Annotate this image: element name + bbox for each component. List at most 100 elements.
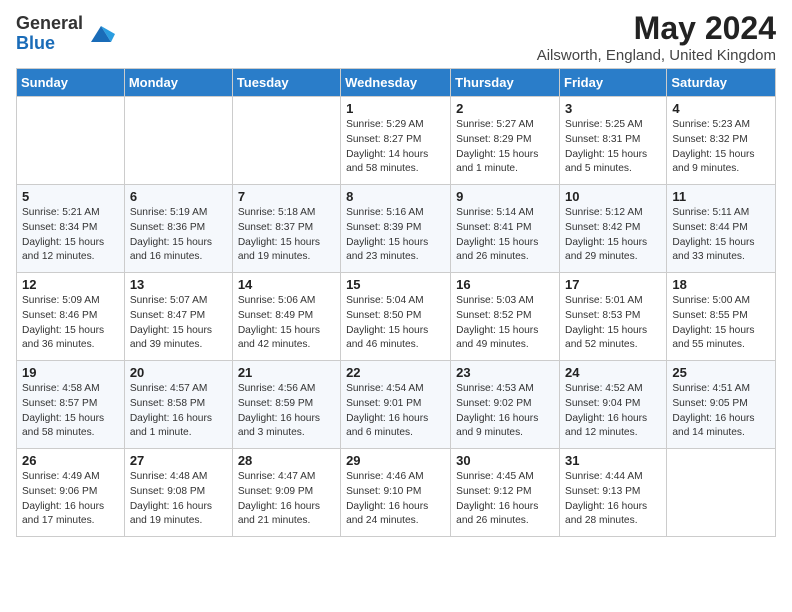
subtitle: Ailsworth, England, United Kingdom [537, 47, 776, 64]
logo-icon [87, 20, 115, 48]
day-info: Sunrise: 5:29 AM Sunset: 8:27 PM Dayligh… [346, 118, 445, 177]
day-info: Sunrise: 5:09 AM Sunset: 8:46 PM Dayligh… [22, 294, 119, 353]
day-number: 26 [22, 453, 119, 468]
col-friday: Friday [560, 69, 667, 97]
calendar-cell: 21 Sunrise: 4:56 AM Sunset: 8:59 PM Dayli… [232, 361, 340, 449]
day-info: Sunrise: 4:53 AM Sunset: 9:02 PM Dayligh… [456, 382, 554, 441]
day-info: Sunrise: 4:47 AM Sunset: 9:09 PM Dayligh… [238, 470, 335, 529]
day-number: 31 [565, 453, 661, 468]
page: General Blue May 2024 Ailsworth, England… [0, 0, 792, 547]
calendar-cell: 14 Sunrise: 5:06 AM Sunset: 8:49 PM Dayli… [232, 273, 340, 361]
calendar-cell: 12 Sunrise: 5:09 AM Sunset: 8:46 PM Dayli… [17, 273, 125, 361]
calendar-cell: 28 Sunrise: 4:47 AM Sunset: 9:09 PM Dayli… [232, 449, 340, 537]
logo-general: General [16, 14, 83, 34]
calendar-cell: 30Sunrise: 4:45 AM Sunset: 9:12 PM Dayli… [451, 449, 560, 537]
day-number: 30 [456, 453, 554, 468]
day-info: Sunrise: 4:54 AM Sunset: 9:01 PM Dayligh… [346, 382, 445, 441]
day-number: 28 [238, 453, 335, 468]
calendar-cell: 10Sunrise: 5:12 AM Sunset: 8:42 PM Dayli… [560, 185, 667, 273]
day-info: Sunrise: 4:44 AM Sunset: 9:13 PM Dayligh… [565, 470, 661, 529]
day-info: Sunrise: 5:04 AM Sunset: 8:50 PM Dayligh… [346, 294, 445, 353]
day-info: Sunrise: 5:07 AM Sunset: 8:47 PM Dayligh… [130, 294, 227, 353]
day-info: Sunrise: 4:52 AM Sunset: 9:04 PM Dayligh… [565, 382, 661, 441]
day-info: Sunrise: 4:56 AM Sunset: 8:59 PM Dayligh… [238, 382, 335, 441]
calendar-cell [17, 97, 125, 185]
calendar-cell: 27 Sunrise: 4:48 AM Sunset: 9:08 PM Dayli… [124, 449, 232, 537]
day-number: 6 [130, 189, 227, 204]
calendar-cell: 24 Sunrise: 4:52 AM Sunset: 9:04 PM Dayli… [560, 361, 667, 449]
calendar-week-1: 5 Sunrise: 5:21 AM Sunset: 8:34 PM Daylig… [17, 185, 776, 273]
calendar-cell: 19 Sunrise: 4:58 AM Sunset: 8:57 PM Dayli… [17, 361, 125, 449]
calendar-week-0: 1 Sunrise: 5:29 AM Sunset: 8:27 PM Daylig… [17, 97, 776, 185]
day-number: 19 [22, 365, 119, 380]
day-number: 2 [456, 101, 554, 116]
logo: General Blue [16, 14, 115, 54]
day-info: Sunrise: 5:01 AM Sunset: 8:53 PM Dayligh… [565, 294, 661, 353]
day-number: 20 [130, 365, 227, 380]
calendar-week-3: 19 Sunrise: 4:58 AM Sunset: 8:57 PM Dayli… [17, 361, 776, 449]
day-number: 21 [238, 365, 335, 380]
calendar-header-row: Sunday Monday Tuesday Wednesday Thursday… [17, 69, 776, 97]
calendar-table: Sunday Monday Tuesday Wednesday Thursday… [16, 68, 776, 537]
calendar-cell: 9 Sunrise: 5:14 AM Sunset: 8:41 PM Daylig… [451, 185, 560, 273]
day-number: 13 [130, 277, 227, 292]
day-number: 7 [238, 189, 335, 204]
calendar-cell: 1 Sunrise: 5:29 AM Sunset: 8:27 PM Daylig… [341, 97, 451, 185]
day-number: 1 [346, 101, 445, 116]
day-info: Sunrise: 5:23 AM Sunset: 8:32 PM Dayligh… [672, 118, 770, 177]
day-number: 14 [238, 277, 335, 292]
day-number: 16 [456, 277, 554, 292]
day-number: 4 [672, 101, 770, 116]
day-info: Sunrise: 5:27 AM Sunset: 8:29 PM Dayligh… [456, 118, 554, 177]
day-number: 24 [565, 365, 661, 380]
calendar-cell: 23 Sunrise: 4:53 AM Sunset: 9:02 PM Dayli… [451, 361, 560, 449]
day-info: Sunrise: 4:58 AM Sunset: 8:57 PM Dayligh… [22, 382, 119, 441]
calendar-cell: 29Sunrise: 4:46 AM Sunset: 9:10 PM Dayli… [341, 449, 451, 537]
calendar-cell: 13 Sunrise: 5:07 AM Sunset: 8:47 PM Dayli… [124, 273, 232, 361]
day-number: 27 [130, 453, 227, 468]
calendar-week-4: 26Sunrise: 4:49 AM Sunset: 9:06 PM Dayli… [17, 449, 776, 537]
day-number: 9 [456, 189, 554, 204]
day-info: Sunrise: 5:18 AM Sunset: 8:37 PM Dayligh… [238, 206, 335, 265]
day-number: 3 [565, 101, 661, 116]
day-info: Sunrise: 5:11 AM Sunset: 8:44 PM Dayligh… [672, 206, 770, 265]
calendar-cell: 22Sunrise: 4:54 AM Sunset: 9:01 PM Dayli… [341, 361, 451, 449]
day-info: Sunrise: 5:00 AM Sunset: 8:55 PM Dayligh… [672, 294, 770, 353]
day-info: Sunrise: 5:14 AM Sunset: 8:41 PM Dayligh… [456, 206, 554, 265]
logo-text: General Blue [16, 14, 83, 54]
day-info: Sunrise: 4:57 AM Sunset: 8:58 PM Dayligh… [130, 382, 227, 441]
calendar-cell: 26Sunrise: 4:49 AM Sunset: 9:06 PM Dayli… [17, 449, 125, 537]
calendar-week-2: 12 Sunrise: 5:09 AM Sunset: 8:46 PM Dayli… [17, 273, 776, 361]
calendar-cell: 11 Sunrise: 5:11 AM Sunset: 8:44 PM Dayli… [667, 185, 776, 273]
calendar-cell: 5 Sunrise: 5:21 AM Sunset: 8:34 PM Daylig… [17, 185, 125, 273]
calendar-cell: 2 Sunrise: 5:27 AM Sunset: 8:29 PM Daylig… [451, 97, 560, 185]
title-block: May 2024 Ailsworth, England, United King… [537, 10, 776, 64]
calendar-cell: 8Sunrise: 5:16 AM Sunset: 8:39 PM Daylig… [341, 185, 451, 273]
day-number: 11 [672, 189, 770, 204]
day-number: 18 [672, 277, 770, 292]
col-monday: Monday [124, 69, 232, 97]
calendar-cell: 31 Sunrise: 4:44 AM Sunset: 9:13 PM Dayli… [560, 449, 667, 537]
day-info: Sunrise: 5:19 AM Sunset: 8:36 PM Dayligh… [130, 206, 227, 265]
day-info: Sunrise: 5:06 AM Sunset: 8:49 PM Dayligh… [238, 294, 335, 353]
main-title: May 2024 [537, 10, 776, 47]
day-number: 29 [346, 453, 445, 468]
calendar-cell: 20 Sunrise: 4:57 AM Sunset: 8:58 PM Dayli… [124, 361, 232, 449]
day-info: Sunrise: 5:25 AM Sunset: 8:31 PM Dayligh… [565, 118, 661, 177]
day-number: 23 [456, 365, 554, 380]
calendar-cell: 15Sunrise: 5:04 AM Sunset: 8:50 PM Dayli… [341, 273, 451, 361]
calendar-cell: 17Sunrise: 5:01 AM Sunset: 8:53 PM Dayli… [560, 273, 667, 361]
header: General Blue May 2024 Ailsworth, England… [16, 10, 776, 64]
calendar-cell [232, 97, 340, 185]
day-info: Sunrise: 4:48 AM Sunset: 9:08 PM Dayligh… [130, 470, 227, 529]
col-wednesday: Wednesday [341, 69, 451, 97]
day-number: 25 [672, 365, 770, 380]
day-info: Sunrise: 5:21 AM Sunset: 8:34 PM Dayligh… [22, 206, 119, 265]
calendar-cell: 3 Sunrise: 5:25 AM Sunset: 8:31 PM Daylig… [560, 97, 667, 185]
col-saturday: Saturday [667, 69, 776, 97]
calendar-cell: 6 Sunrise: 5:19 AM Sunset: 8:36 PM Daylig… [124, 185, 232, 273]
calendar-cell: 16Sunrise: 5:03 AM Sunset: 8:52 PM Dayli… [451, 273, 560, 361]
day-info: Sunrise: 5:12 AM Sunset: 8:42 PM Dayligh… [565, 206, 661, 265]
day-number: 5 [22, 189, 119, 204]
day-number: 12 [22, 277, 119, 292]
